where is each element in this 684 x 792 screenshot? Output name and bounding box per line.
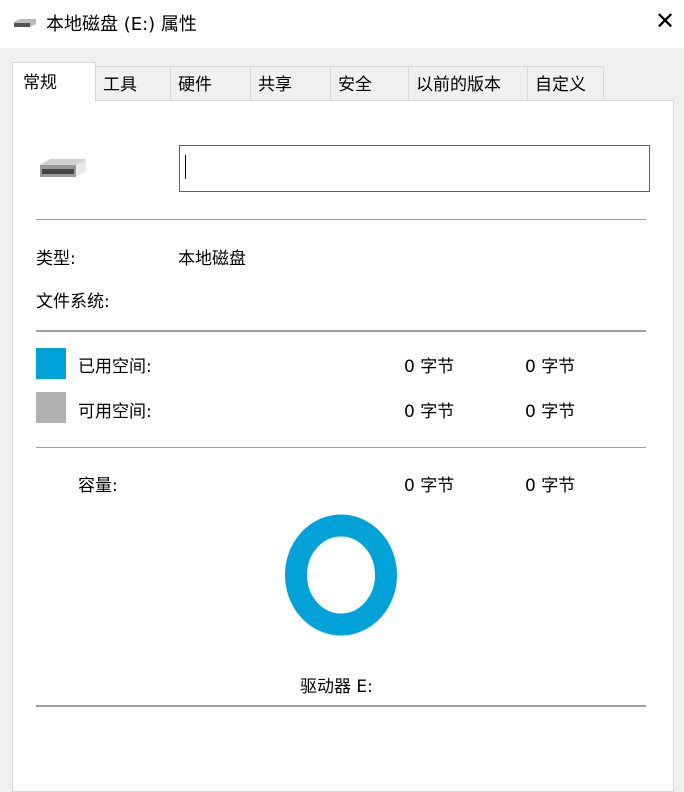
tab-general[interactable]: 常规 <box>12 62 96 102</box>
tab-hardware[interactable]: 硬件 <box>170 66 251 100</box>
used-space-label: 已用空间: <box>78 357 152 377</box>
tab-previous-versions[interactable]: 以前的版本 <box>408 66 528 100</box>
type-value: 本地磁盘 <box>178 249 246 269</box>
tab-customize[interactable]: 自定义 <box>527 66 604 100</box>
usage-ring-chart <box>285 514 397 636</box>
used-space-swatch <box>36 348 66 379</box>
divider <box>36 447 646 448</box>
divider <box>36 705 646 707</box>
free-space-bytes: 0 字节 <box>404 402 455 422</box>
filesystem-label: 文件系统: <box>36 292 110 312</box>
divider <box>36 330 646 332</box>
capacity-size: 0 字节 <box>525 476 576 496</box>
free-space-swatch <box>36 392 66 423</box>
capacity-label: 容量: <box>78 476 118 496</box>
drive-icon <box>14 19 36 27</box>
used-space-bytes: 0 字节 <box>404 357 455 377</box>
type-label: 类型: <box>36 249 76 269</box>
tab-security[interactable]: 安全 <box>330 66 409 100</box>
window-title: 本地磁盘 (E:) 属性 <box>46 14 197 35</box>
used-space-size: 0 字节 <box>525 357 576 377</box>
free-space-size: 0 字节 <box>525 402 576 422</box>
free-space-label: 可用空间: <box>78 402 152 422</box>
capacity-bytes: 0 字节 <box>404 476 455 496</box>
free-space-ring <box>285 514 397 636</box>
text-caret <box>185 155 186 179</box>
tab-sharing[interactable]: 共享 <box>250 66 331 100</box>
divider <box>36 219 646 220</box>
drive-name-input[interactable] <box>179 145 650 192</box>
tab-tools[interactable]: 工具 <box>95 66 171 100</box>
drive-large-icon <box>40 159 86 177</box>
close-button[interactable]: ✕ <box>650 6 680 36</box>
drive-label: 驱动器 E: <box>300 677 373 697</box>
